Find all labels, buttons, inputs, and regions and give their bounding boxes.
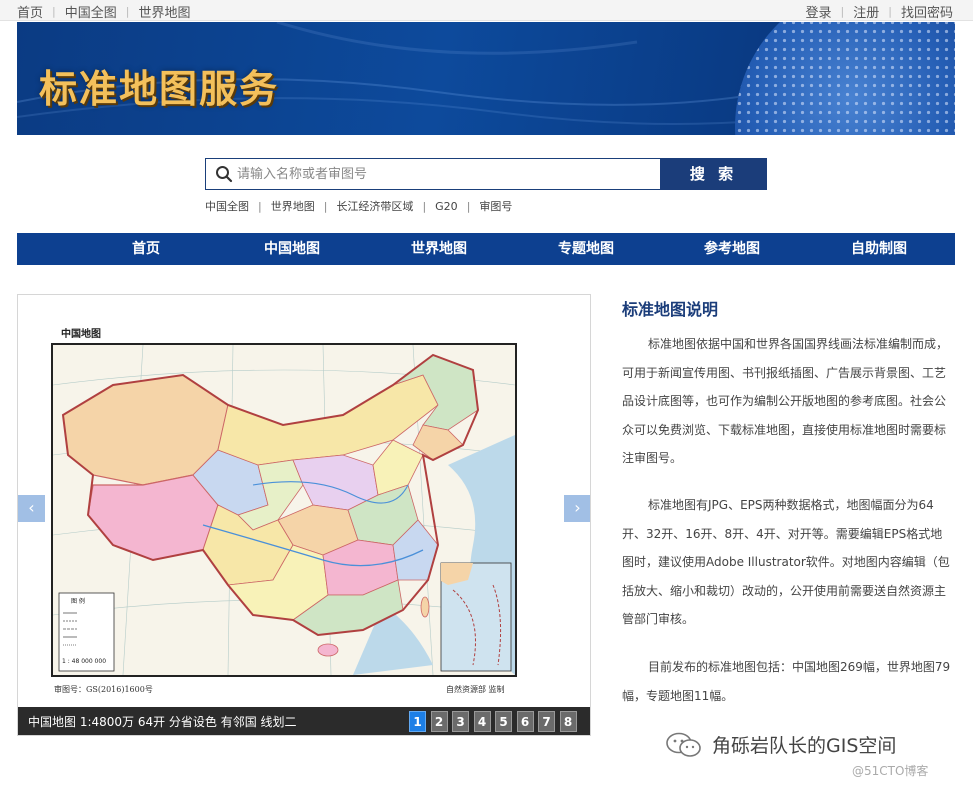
divider: | bbox=[258, 199, 262, 213]
nav-item-self-mapping[interactable]: 自助制图 bbox=[851, 233, 907, 265]
login-link[interactable]: 登录 bbox=[806, 2, 832, 21]
china-map-graphic: 图 例 1 : 48 000 000 bbox=[53, 345, 515, 675]
slide-caption: 中国地图 1:4800万 64开 分省设色 有邻国 线划二 bbox=[28, 715, 297, 729]
map-legend-scale: 1 : 48 000 000 bbox=[62, 658, 106, 665]
nav-item-thematic-map[interactable]: 专题地图 bbox=[558, 233, 614, 265]
watermark: 角砾岩队长的GIS空间 bbox=[666, 731, 896, 758]
top-link-home[interactable]: 首页 bbox=[17, 2, 43, 21]
hot-link-approval-number[interactable]: 审图号 bbox=[479, 198, 512, 214]
slide-page-3[interactable]: 3 bbox=[452, 711, 469, 732]
divider: | bbox=[323, 199, 328, 213]
divider: | bbox=[840, 5, 845, 18]
hot-link-world-map[interactable]: 世界地图 bbox=[271, 198, 315, 214]
search-icon bbox=[216, 166, 233, 183]
hot-link-yangtze-belt[interactable]: 长江经济带区域 bbox=[336, 198, 413, 214]
nav-item-china-map[interactable]: 中国地图 bbox=[264, 233, 320, 265]
map-slider: 中国地图 图 例 1: 48 000 000 审图号：GS(2016)1600… bbox=[17, 294, 591, 736]
divider: | bbox=[52, 5, 56, 18]
divider: | bbox=[466, 199, 471, 213]
top-bar-right-links: 登录 | 注册 | 找回密码 bbox=[806, 2, 953, 21]
divider: | bbox=[422, 199, 427, 213]
site-title: 标准地图服务 bbox=[39, 67, 280, 111]
top-link-china-map[interactable]: 中国全图 bbox=[65, 2, 117, 21]
map-supervisor: 自然资源部 监制 bbox=[446, 685, 505, 694]
recover-password-link[interactable]: 找回密码 bbox=[901, 2, 953, 21]
slide-page-1[interactable]: 1 bbox=[409, 711, 426, 732]
main-nav: 首页 中国地图 世界地图 专题地图 参考地图 自助制图 bbox=[17, 233, 955, 265]
prev-slide-button[interactable]: ‹ bbox=[18, 495, 45, 522]
hot-link-g20[interactable]: G20 bbox=[435, 200, 458, 213]
search-box bbox=[205, 158, 661, 190]
slide-page-7[interactable]: 7 bbox=[538, 711, 555, 732]
register-link[interactable]: 注册 bbox=[853, 2, 879, 21]
hot-link-china-map[interactable]: 中国全图 bbox=[205, 198, 249, 214]
slide-page-2[interactable]: 2 bbox=[430, 711, 448, 732]
description-title: 标准地图说明 bbox=[622, 300, 719, 319]
header-banner: 标准地图服务 bbox=[17, 22, 955, 135]
next-slide-button[interactable]: › bbox=[564, 495, 590, 522]
search-input[interactable] bbox=[237, 161, 647, 187]
description-paragraph-1: 标准地图依据中国和世界各国国界线画法标准编制而成，可用于新闻宣传用图、书刊报纸插… bbox=[622, 337, 949, 465]
map-legend-title: 图 例 bbox=[71, 597, 85, 605]
slide-page-5[interactable]: 5 bbox=[495, 711, 512, 732]
map-approval-number: 审图号：GS(2016)1600号 bbox=[54, 685, 153, 694]
divider: | bbox=[888, 5, 892, 18]
divider: | bbox=[125, 5, 130, 18]
top-bar-left-links: 首页 | 中国全图 | 世界地图 bbox=[17, 2, 190, 21]
top-bar: 首页 | 中国全图 | 世界地图 登录 | 注册 | 找回密码 bbox=[0, 0, 973, 21]
watermark-sub: @51CTO博客 bbox=[852, 764, 929, 778]
nav-item-world-map[interactable]: 世界地图 bbox=[411, 233, 467, 265]
search-button[interactable]: 搜 索 bbox=[660, 158, 767, 190]
description-paragraph-3: 目前发布的标准地图包括：中国地图269幅，世界地图79幅，专题地图11幅。 bbox=[622, 660, 951, 703]
description-paragraph-2: 标准地图有JPG、EPS两种数据格式，地图幅面分为64开、32开、16开、8开、… bbox=[622, 498, 950, 626]
top-link-world-map[interactable]: 世界地图 bbox=[138, 2, 190, 21]
watermark-text: 角砾岩队长的GIS空间 bbox=[712, 735, 897, 757]
globe-dots-graphic bbox=[735, 22, 955, 135]
slide-page-6[interactable]: 6 bbox=[516, 711, 534, 732]
slide-page-4[interactable]: 4 bbox=[473, 711, 491, 732]
slide-page-8[interactable]: 8 bbox=[559, 711, 577, 732]
wechat-icon bbox=[666, 732, 701, 757]
nav-item-home[interactable]: 首页 bbox=[132, 233, 160, 265]
slide-pagination: 1 2 3 4 5 6 7 8 bbox=[409, 711, 581, 732]
slide-caption-bar: 中国地图 1:4800万 64开 分省设色 有邻国 线划二 1 2 3 4 5 … bbox=[18, 707, 590, 735]
map-title: 中国地图 bbox=[61, 329, 101, 340]
china-map-image[interactable]: 图 例 1 : 48 000 000 bbox=[51, 343, 517, 677]
nav-item-reference-map[interactable]: 参考地图 bbox=[704, 233, 760, 265]
hot-search-links: 中国全图 | 世界地图 | 长江经济带区域 | G20 | 审图号 bbox=[205, 198, 512, 214]
